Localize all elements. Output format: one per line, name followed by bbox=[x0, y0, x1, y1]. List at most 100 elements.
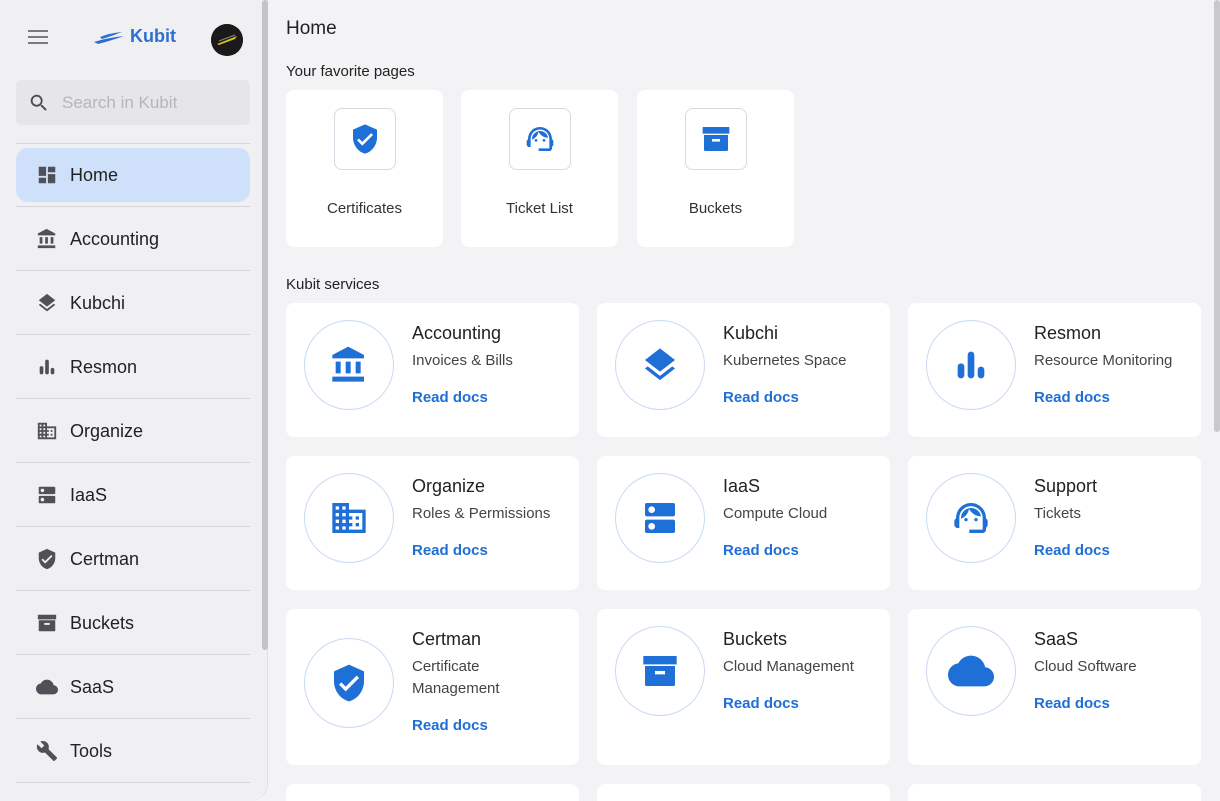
favorite-certificates[interactable]: Certificates bbox=[286, 90, 443, 247]
archive-icon bbox=[685, 108, 747, 170]
service-title: Organize bbox=[412, 476, 486, 496]
service-subtitle: Roles & Permissions bbox=[412, 505, 551, 522]
favorite-label: Ticket List bbox=[506, 200, 573, 217]
services-title: Kubit services bbox=[286, 276, 380, 293]
sidebar-item-saas[interactable]: SaaS bbox=[16, 660, 250, 719]
favorites-title: Your favorite pages bbox=[286, 63, 415, 80]
service-subtitle: Compute Cloud bbox=[723, 505, 828, 522]
support-agent-icon bbox=[926, 473, 1016, 563]
sidebar-item-kubchi[interactable]: Kubchi bbox=[16, 276, 250, 335]
service-title: SaaS bbox=[1034, 629, 1079, 649]
bank-icon bbox=[304, 320, 394, 410]
service-title: IaaS bbox=[723, 476, 761, 496]
read-docs-link[interactable]: Read docs bbox=[723, 389, 799, 406]
sidebar-header: Kubit bbox=[0, 0, 262, 78]
service-subtitle: Cloud Software bbox=[1034, 658, 1137, 675]
sidebar-item-organize[interactable]: Organize bbox=[16, 404, 250, 463]
sidebar-scrollbar[interactable] bbox=[262, 0, 268, 650]
service-title: Accounting bbox=[412, 323, 502, 343]
service-card-organize: Organize Roles & Permissions Read docs bbox=[286, 456, 579, 590]
search-box[interactable] bbox=[16, 80, 250, 125]
divider bbox=[16, 143, 250, 144]
support-agent-icon bbox=[509, 108, 571, 170]
read-docs-link[interactable]: Read docs bbox=[1034, 389, 1110, 406]
service-card-resmon: Resmon Resource Monitoring Read docs bbox=[908, 303, 1201, 437]
service-title: Support bbox=[1034, 476, 1098, 496]
service-subtitle: Tickets bbox=[1034, 505, 1081, 522]
shield-check-icon bbox=[334, 108, 396, 170]
sidebar-item-iaas[interactable]: IaaS bbox=[16, 468, 250, 527]
sidebar-item-label: SaaS bbox=[70, 676, 115, 697]
page-title: Home bbox=[286, 18, 337, 39]
sidebar-item-buckets[interactable]: Buckets bbox=[16, 596, 250, 655]
service-card-saas: SaaS Cloud Software Read docs bbox=[908, 609, 1201, 765]
logo-icon bbox=[94, 31, 124, 44]
server-icon bbox=[36, 484, 58, 506]
sidebar-item-certman[interactable]: Certman bbox=[16, 532, 250, 591]
favorite-ticket-list[interactable]: Ticket List bbox=[461, 90, 618, 247]
service-card-buckets: Buckets Cloud Management Read docs bbox=[597, 609, 890, 765]
building-icon bbox=[304, 473, 394, 563]
read-docs-link[interactable]: Read docs bbox=[723, 695, 799, 712]
read-docs-link[interactable]: Read docs bbox=[1034, 542, 1110, 559]
read-docs-link[interactable]: Read docs bbox=[412, 542, 488, 559]
main-scrollbar[interactable] bbox=[1214, 0, 1220, 432]
service-title: Kubchi bbox=[723, 323, 779, 343]
service-subtitle: Kubernetes Space bbox=[723, 352, 847, 369]
layers-icon bbox=[36, 292, 58, 314]
bar-chart-icon bbox=[926, 320, 1016, 410]
avatar[interactable] bbox=[211, 24, 243, 56]
read-docs-link[interactable]: Read docs bbox=[412, 389, 488, 406]
service-subtitle: Certificate Management bbox=[412, 658, 500, 697]
read-docs-link[interactable]: Read docs bbox=[723, 542, 799, 559]
wrench-icon bbox=[36, 740, 58, 762]
sidebar-item-label: Home bbox=[70, 164, 119, 185]
sidebar-item-accounting[interactable]: Accounting bbox=[16, 212, 250, 271]
search-icon bbox=[30, 94, 47, 111]
search-input[interactable] bbox=[62, 92, 242, 113]
bank-icon bbox=[36, 228, 58, 250]
sidebar-item-home[interactable]: Home bbox=[16, 148, 250, 207]
shield-check-icon bbox=[304, 638, 394, 728]
favorite-label: Buckets bbox=[688, 200, 743, 217]
service-title: Certman bbox=[412, 629, 482, 649]
menu-icon[interactable] bbox=[24, 26, 52, 52]
dashboard-icon bbox=[36, 164, 58, 186]
service-card-partial bbox=[597, 784, 890, 801]
bar-chart-icon bbox=[36, 356, 58, 378]
main-content: Home Your favorite pages Certificates Ti… bbox=[286, 0, 1202, 801]
sidebar-item-label: Accounting bbox=[70, 228, 160, 249]
service-card-kubchi: Kubchi Kubernetes Space Read docs bbox=[597, 303, 890, 437]
app-logo[interactable]: Kubit bbox=[92, 26, 176, 47]
sidebar-item-label: Tools bbox=[70, 740, 113, 761]
sidebar: Kubit Home Accounting Kubchi Resmon Orga… bbox=[0, 0, 268, 801]
service-subtitle: Invoices & Bills bbox=[412, 352, 513, 369]
sidebar-item-label: Resmon bbox=[70, 356, 138, 377]
layers-icon bbox=[615, 320, 705, 410]
archive-icon bbox=[36, 612, 58, 634]
sidebar-item-resmon[interactable]: Resmon bbox=[16, 340, 250, 399]
sidebar-nav: Home Accounting Kubchi Resmon Organize I… bbox=[16, 148, 250, 788]
service-subtitle: Cloud Management bbox=[723, 658, 854, 675]
cloud-icon bbox=[926, 626, 1016, 716]
sidebar-item-label: Certman bbox=[70, 548, 140, 569]
read-docs-link[interactable]: Read docs bbox=[1034, 695, 1110, 712]
service-card-partial bbox=[286, 784, 579, 801]
service-card-partial bbox=[908, 784, 1201, 801]
sidebar-item-label: Kubchi bbox=[70, 292, 126, 313]
sidebar-item-tools[interactable]: Tools bbox=[16, 724, 250, 783]
sidebar-item-label: Organize bbox=[70, 420, 144, 441]
favorite-buckets[interactable]: Buckets bbox=[637, 90, 794, 247]
sidebar-item-label: Buckets bbox=[70, 612, 135, 633]
archive-icon bbox=[615, 626, 705, 716]
cloud-icon bbox=[36, 676, 58, 698]
server-icon bbox=[615, 473, 705, 563]
service-title: Buckets bbox=[723, 629, 788, 649]
service-title: Resmon bbox=[1034, 323, 1102, 343]
service-card-iaas: IaaS Compute Cloud Read docs bbox=[597, 456, 890, 590]
building-icon bbox=[36, 420, 58, 442]
shield-check-icon bbox=[36, 548, 58, 570]
read-docs-link[interactable]: Read docs bbox=[412, 717, 488, 734]
service-card-support: Support Tickets Read docs bbox=[908, 456, 1201, 590]
sidebar-item-label: IaaS bbox=[70, 484, 108, 505]
